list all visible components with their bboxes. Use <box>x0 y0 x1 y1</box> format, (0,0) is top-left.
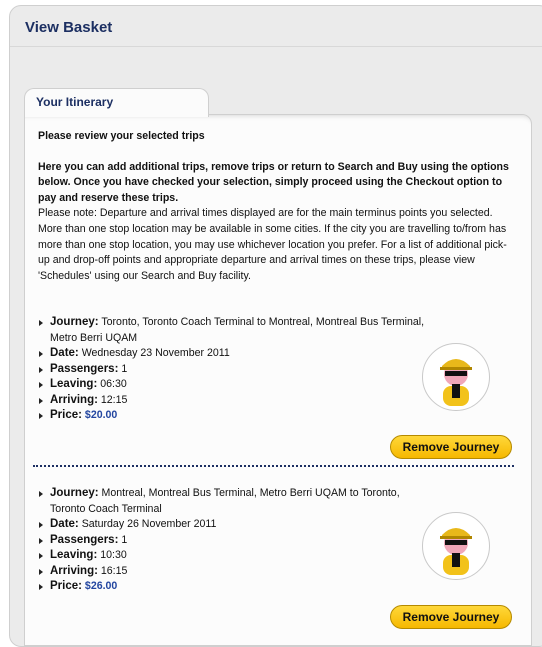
passengers-value: 1 <box>121 362 128 375</box>
journey-price: Price: $26.00 <box>38 579 433 595</box>
date-value: Wednesday 23 November 2011 <box>81 347 230 359</box>
itinerary-intro: Please review your selected trips Here y… <box>38 129 518 284</box>
page-title: View Basket <box>25 19 113 36</box>
arriving-label: Arriving: <box>50 564 98 577</box>
passengers-value: 1 <box>121 533 128 546</box>
journey-label: Journey: <box>50 316 99 328</box>
price-value: $20.00 <box>84 409 118 421</box>
leaving-value: 06:30 <box>100 378 127 390</box>
journey-route: Journey: Montreal, Montreal Bus Terminal… <box>38 486 433 517</box>
note-text: Please note: Departure and arrival times… <box>38 207 507 282</box>
tab-your-itinerary[interactable]: Your Itinerary <box>24 88 209 117</box>
journey-price: Price: $20.00 <box>38 408 433 424</box>
journey-separator <box>33 465 514 467</box>
passengers-label: Passengers: <box>50 362 119 375</box>
date-label: Date: <box>50 518 79 530</box>
divider <box>10 46 542 47</box>
leaving-label: Leaving: <box>50 549 98 561</box>
journey-arriving: Arriving: 12:15 <box>38 393 433 409</box>
date-label: Date: <box>50 347 79 359</box>
arriving-label: Arriving: <box>50 393 98 406</box>
arriving-value: 16:15 <box>100 564 128 577</box>
journey-arriving: Arriving: 16:15 <box>38 564 433 580</box>
driver-mascot-icon <box>422 512 490 580</box>
price-value: $26.00 <box>84 580 118 592</box>
remove-journey-button[interactable]: Remove Journey <box>390 435 512 459</box>
remove-journey-button[interactable]: Remove Journey <box>390 605 512 629</box>
arriving-value: 12:15 <box>100 393 128 406</box>
journey-date: Date: Saturday 26 November 2011 <box>38 517 433 533</box>
journey-leaving: Leaving: 10:30 <box>38 548 433 564</box>
price-label: Price: <box>50 409 82 421</box>
journey-route: Journey: Toronto, Toronto Coach Terminal… <box>38 315 433 346</box>
price-label: Price: <box>50 580 82 592</box>
journey-label: Journey: <box>50 487 99 499</box>
tab-label: Your Itinerary <box>36 95 114 109</box>
itinerary-heading: Please review your selected trips <box>38 130 205 142</box>
leaving-value: 10:30 <box>100 549 127 561</box>
leaving-label: Leaving: <box>50 378 98 390</box>
journey-passengers: Passengers: 1 <box>38 362 433 378</box>
journey-passengers: Passengers: 1 <box>38 533 433 549</box>
passengers-label: Passengers: <box>50 533 119 546</box>
journey-leaving: Leaving: 06:30 <box>38 377 433 393</box>
journey-value: Montreal, Montreal Bus Terminal, Metro B… <box>50 487 400 515</box>
journey-date: Date: Wednesday 23 November 2011 <box>38 346 433 362</box>
date-value: Saturday 26 November 2011 <box>81 518 217 530</box>
driver-mascot-icon <box>422 343 490 411</box>
intro-text: Here you can add additional trips, remov… <box>38 160 509 204</box>
page: View Basket Your Itinerary Please review… <box>0 0 542 647</box>
journey-value: Toronto, Toronto Coach Terminal to Montr… <box>50 316 425 344</box>
